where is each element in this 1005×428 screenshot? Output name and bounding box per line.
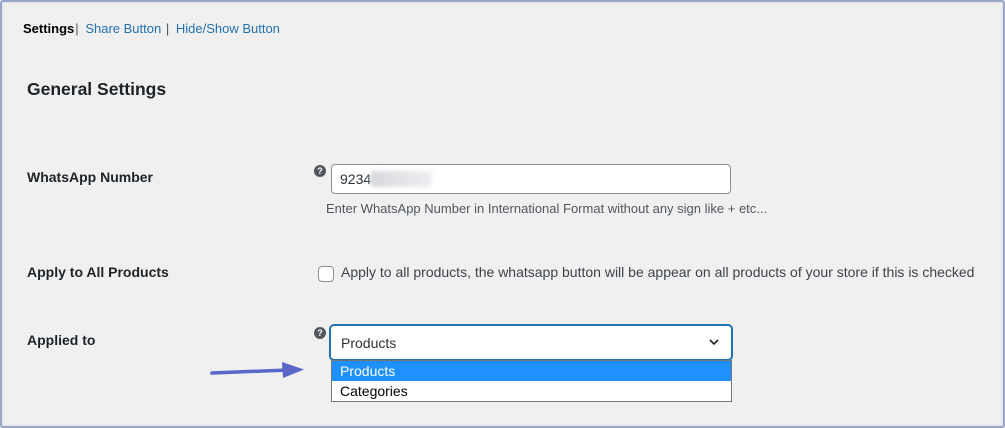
applied-to-select[interactable]: Products: [330, 325, 732, 360]
nav-separator: |: [165, 21, 170, 36]
annotation-arrow-icon: [210, 362, 304, 378]
whatsapp-number-label: WhatsApp Number: [27, 169, 153, 185]
redacted-digits: [370, 171, 432, 187]
apply-all-products-label: Apply to All Products: [27, 264, 169, 280]
apply-all-products-checkbox-label[interactable]: Apply to all products, the whatsapp butt…: [341, 264, 974, 280]
applied-to-dropdown-list: Products Categories: [331, 360, 732, 402]
whatsapp-number-description: Enter WhatsApp Number in International F…: [326, 201, 768, 216]
help-icon[interactable]: ?: [314, 165, 326, 177]
applied-to-selected-value: Products: [341, 335, 397, 351]
option-categories[interactable]: Categories: [332, 381, 731, 401]
apply-all-products-checkbox[interactable]: [318, 266, 334, 282]
nav-separator: |: [75, 21, 79, 36]
applied-to-label: Applied to: [27, 332, 96, 348]
option-products[interactable]: Products: [332, 361, 731, 381]
subsubsub-nav: Settings| Share Button | Hide/Show Butto…: [23, 20, 280, 37]
help-icon[interactable]: ?: [314, 327, 326, 339]
page-title: General Settings: [27, 79, 167, 99]
chevron-down-icon: [709, 339, 719, 346]
nav-settings-current: Settings: [23, 21, 75, 36]
nav-hide-show-button-link[interactable]: Hide/Show Button: [176, 21, 280, 36]
nav-share-button-link[interactable]: Share Button: [85, 21, 161, 36]
